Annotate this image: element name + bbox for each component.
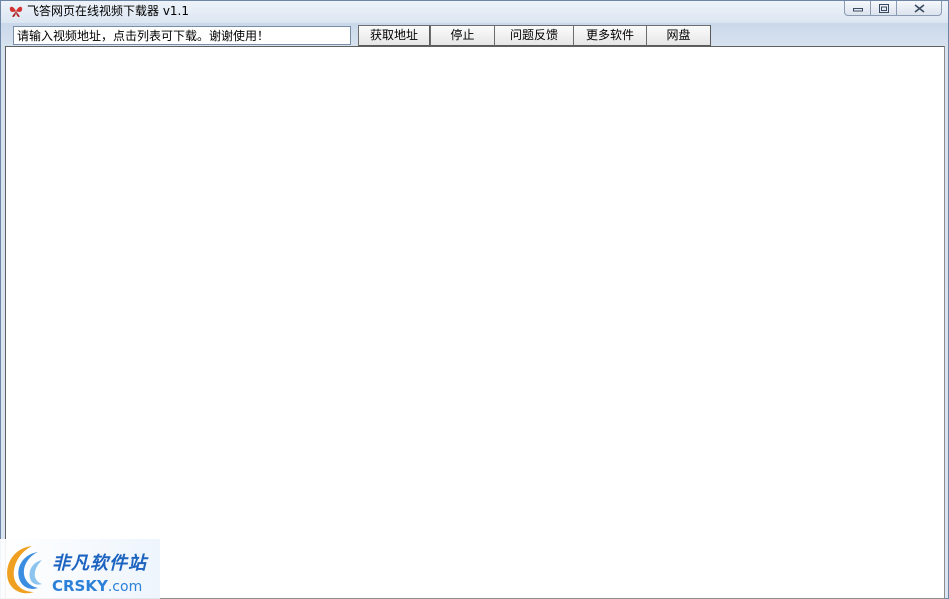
watermark-en-text: CRSKY.com (52, 577, 142, 596)
video-url-input[interactable] (13, 26, 351, 45)
close-button[interactable] (897, 1, 942, 16)
window-controls (844, 1, 942, 16)
maximize-button[interactable] (871, 1, 897, 16)
watermark-en-suffix: .com (107, 579, 143, 595)
watermark-en-main: CRSKY (52, 577, 108, 595)
watermark-cn-text: 非凡软件站 (52, 553, 147, 574)
title-bar[interactable]: 飞答网页在线视频下载器 v1.1 (1, 1, 948, 23)
app-window: 飞答网页在线视频下载器 v1.1 获取地址 停止 (0, 0, 949, 599)
stop-button[interactable]: 停止 (430, 25, 495, 46)
maximize-icon (878, 3, 889, 13)
butterfly-app-icon (9, 6, 23, 17)
minimize-icon (852, 8, 863, 12)
window-title: 飞答网页在线视频下载器 v1.1 (27, 4, 190, 18)
crsky-logo-icon (7, 546, 42, 594)
netdisk-button[interactable]: 网盘 (646, 25, 711, 46)
minimize-button[interactable] (844, 1, 871, 16)
video-list-panel[interactable] (5, 46, 945, 599)
more-software-button[interactable]: 更多软件 (573, 25, 647, 46)
toolbar: 获取地址 停止 问题反馈 更多软件 网盘 (5, 24, 945, 46)
get-address-button[interactable]: 获取地址 (358, 25, 430, 46)
close-icon (914, 3, 924, 13)
feedback-button[interactable]: 问题反馈 (494, 25, 574, 46)
crsky-watermark: 非凡软件站 CRSKY.com (0, 539, 160, 599)
